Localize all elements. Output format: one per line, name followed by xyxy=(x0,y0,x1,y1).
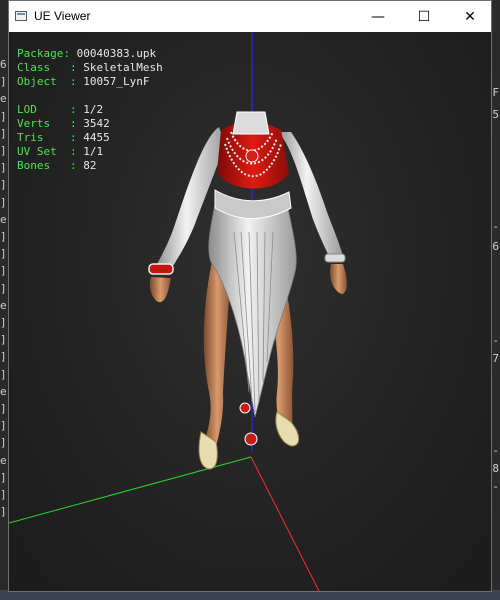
left-bracelet xyxy=(148,263,174,275)
info-label: UV Set : xyxy=(17,145,84,158)
background-glyph: 8 xyxy=(492,462,499,475)
info-verts: Verts : 3542 xyxy=(17,117,110,130)
background-glyph: ] xyxy=(0,367,7,381)
background-glyph: e xyxy=(0,92,7,106)
right-hand xyxy=(329,264,347,294)
info-label: Object : xyxy=(17,75,84,88)
info-value: 3542 xyxy=(83,117,110,130)
background-glyph: F xyxy=(492,86,499,99)
high-collar xyxy=(232,111,270,135)
info-value: 4455 xyxy=(83,131,110,144)
info-value: 1/1 xyxy=(83,145,104,158)
background-glyph: e xyxy=(0,453,7,467)
background-glyph: ] xyxy=(0,230,7,243)
info-object: Object : 10057_LynF xyxy=(17,75,149,88)
background-glyph: ] xyxy=(0,195,7,209)
info-value: SkeletalMesh xyxy=(83,61,163,74)
background-glyph: ] xyxy=(0,144,7,157)
background-glyph: - xyxy=(492,220,499,233)
app-window-icon xyxy=(15,11,27,21)
background-glyph: ] xyxy=(0,126,7,140)
info-label: Class : xyxy=(17,61,84,74)
ornament-bottom xyxy=(244,432,258,446)
info-bones: Bones : 82 xyxy=(17,159,96,172)
info-lod: LOD : 1/2 xyxy=(17,103,103,116)
background-glyph: 6 xyxy=(492,240,499,253)
close-button[interactable]: ✕ xyxy=(447,1,493,32)
background-glyph: ] xyxy=(0,178,7,192)
background-glyph: ] xyxy=(0,161,7,175)
background-glyph: ] xyxy=(0,488,7,501)
background-glyph: e xyxy=(0,212,7,226)
background-glyph: ] xyxy=(0,350,7,364)
background-glyph: e xyxy=(0,384,7,398)
3d-viewport[interactable]: Package: 00040383.upk Class : SkeletalMe… xyxy=(9,32,491,591)
background-glyph: ] xyxy=(0,402,7,415)
background-glyph: - xyxy=(492,480,499,493)
background-window-right: F 5 - 6 - 7 - 8 - xyxy=(492,0,500,600)
background-glyph: ] xyxy=(0,505,7,519)
minimize-button[interactable]: — xyxy=(355,1,401,32)
info-label: Bones : xyxy=(17,159,84,172)
background-glyph: 7 xyxy=(492,352,499,365)
left-hand xyxy=(149,277,171,303)
info-value: 10057_LynF xyxy=(83,75,150,88)
background-glyph: ] xyxy=(0,247,7,261)
background-glyph: 5 xyxy=(492,108,499,121)
background-glyph: e xyxy=(0,298,7,312)
background-glyph: ] xyxy=(0,281,7,295)
background-glyph: ] xyxy=(0,436,7,450)
info-label: Tris : xyxy=(17,131,84,144)
info-uvset: UV Set : 1/1 xyxy=(17,145,103,158)
background-glyph: - xyxy=(492,444,499,457)
info-value: 82 xyxy=(83,159,97,172)
info-label: Verts : xyxy=(17,117,84,130)
title-bar[interactable]: UE Viewer — ☐ ✕ xyxy=(9,1,491,32)
ornament-left xyxy=(239,402,251,414)
pendant xyxy=(245,149,259,163)
ue-viewer-window: UE Viewer — ☐ ✕ Package: 00040383.upk Cl… xyxy=(8,0,492,592)
info-value: 00040383.upk xyxy=(76,47,157,60)
right-bracelet xyxy=(324,253,346,263)
info-value: 1/2 xyxy=(83,103,104,116)
background-glyph: ] xyxy=(0,470,7,484)
info-tris: Tris : 4455 xyxy=(17,131,110,144)
background-glyph: 6 xyxy=(0,58,7,71)
background-glyph: ] xyxy=(0,316,7,329)
background-glyph: - xyxy=(492,334,499,347)
info-class: Class : SkeletalMesh xyxy=(17,61,163,74)
background-glyph: ] xyxy=(0,75,7,89)
info-label: Package: xyxy=(17,47,77,60)
info-label: LOD : xyxy=(17,103,84,116)
background-glyph: ] xyxy=(0,264,7,278)
background-glyph: ] xyxy=(0,419,7,433)
info-package: Package: 00040383.upk xyxy=(17,47,156,60)
maximize-button[interactable]: ☐ xyxy=(401,1,447,32)
axis-x-line xyxy=(250,456,320,591)
background-glyph: ] xyxy=(0,109,7,123)
axis-y-line xyxy=(9,456,252,524)
background-glyph: ] xyxy=(0,333,7,347)
window-title: UE Viewer xyxy=(34,9,91,23)
